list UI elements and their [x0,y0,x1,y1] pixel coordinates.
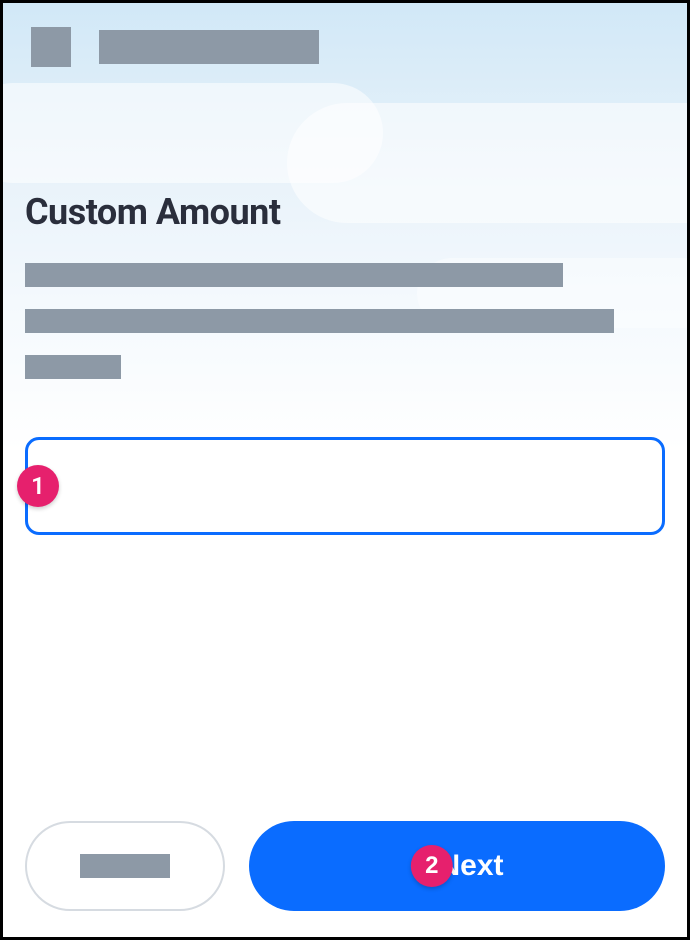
header [31,27,319,67]
description-line-placeholder [25,355,121,379]
main-content: Custom Amount 1 [25,191,665,535]
description-line-placeholder [25,263,563,287]
footer-actions: 2 Next [25,821,665,911]
back-button-label-placeholder [80,854,170,878]
description-block [25,263,665,379]
amount-input[interactable] [25,437,665,535]
annotation-badge-2: 2 [411,845,453,887]
next-button[interactable]: 2 Next [249,821,665,911]
page-title: Custom Amount [25,191,665,233]
back-icon[interactable] [31,27,71,67]
description-line-placeholder [25,309,614,333]
app-frame: Custom Amount 1 2 Next [0,0,690,940]
annotation-badge-1: 1 [17,465,59,507]
back-button[interactable] [25,821,225,911]
amount-input-wrap: 1 [25,437,665,535]
header-title-placeholder [99,30,319,64]
